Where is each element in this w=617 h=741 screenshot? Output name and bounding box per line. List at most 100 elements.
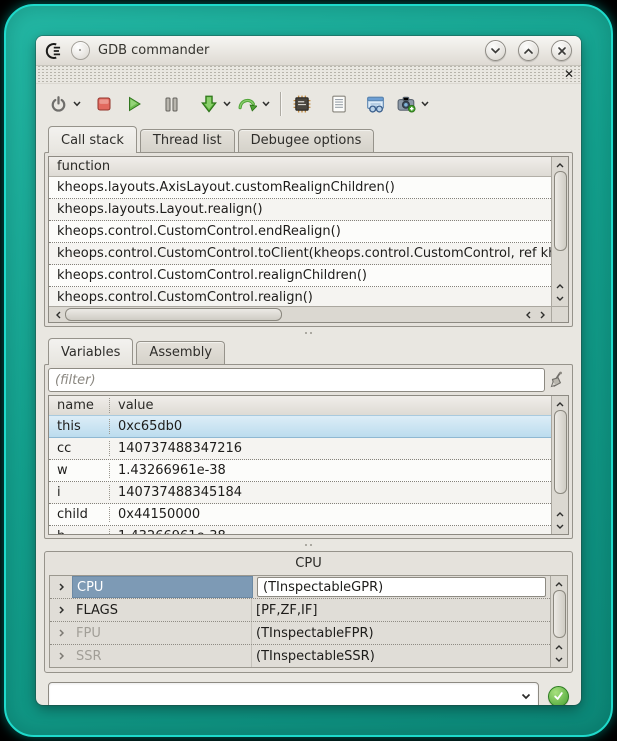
callstack-row[interactable]: kheops.control.CustomControl.realign()	[49, 287, 551, 306]
chip-icon	[293, 95, 311, 113]
variable-row[interactable]: w 1.43266961e-38	[49, 460, 551, 482]
scroll-left-icon[interactable]	[521, 308, 535, 321]
titlebar: GDB commander	[36, 36, 581, 66]
scroll-up-icon[interactable]	[554, 398, 567, 410]
cpu-row[interactable]: FLAGS [PF,ZF,IF]	[50, 599, 550, 622]
tab-call-stack[interactable]: Call stack	[48, 126, 137, 153]
callstack-vertical-scrollbar[interactable]	[551, 157, 568, 306]
variable-row[interactable]: cc 140737488347216	[49, 438, 551, 460]
command-input[interactable]	[49, 689, 514, 704]
chevron-down-icon	[223, 101, 231, 107]
stop-button[interactable]	[91, 91, 116, 117]
pause-icon	[165, 97, 178, 112]
cpu-row[interactable]: FPU (TInspectableFPR)	[50, 622, 550, 645]
view-log-button[interactable]	[326, 91, 351, 117]
callstack-horizontal-scrollbar[interactable]	[49, 306, 551, 322]
splitter-handle[interactable]	[36, 539, 581, 550]
snapshot-button[interactable]	[394, 91, 419, 117]
scroll-up-icon[interactable]	[553, 641, 566, 653]
dock-close-icon[interactable]: ✕	[564, 66, 574, 83]
callstack-table: function kheops.layouts.AxisLayout.custo…	[48, 156, 569, 323]
power-dropdown[interactable]	[71, 91, 83, 117]
tab-debugee-options[interactable]: Debugee options	[238, 129, 375, 152]
step-into-button[interactable]	[196, 91, 221, 117]
callstack-pane: function kheops.layouts.AxisLayout.custo…	[44, 152, 573, 327]
callstack-row[interactable]: kheops.control.CustomControl.realignChil…	[49, 265, 551, 287]
tab-thread-list[interactable]: Thread list	[140, 129, 235, 152]
scrollbar-thumb[interactable]	[554, 410, 567, 494]
tab-variables[interactable]: Variables	[48, 338, 133, 365]
chevron-down-icon	[421, 101, 429, 107]
execute-button[interactable]	[548, 686, 569, 706]
watches-button[interactable]	[363, 91, 388, 117]
scroll-up-icon[interactable]	[553, 578, 566, 590]
variables-section: Variables Assembly name	[44, 338, 573, 539]
scroll-down-icon[interactable]	[553, 653, 566, 665]
scroll-up-icon[interactable]	[554, 159, 567, 171]
variable-row[interactable]: h 1.43266961e-38	[49, 526, 551, 534]
column-header-name[interactable]: name	[49, 398, 110, 413]
scroll-down-icon[interactable]	[554, 292, 567, 304]
callstack-row[interactable]: kheops.control.CustomControl.endRealign(…	[49, 221, 551, 243]
play-icon	[127, 96, 142, 112]
variable-row[interactable]: this 0xc65db0	[49, 415, 551, 438]
scroll-right-icon[interactable]	[535, 308, 549, 321]
scroll-up-icon[interactable]	[554, 508, 567, 520]
window-menu-button[interactable]	[71, 41, 90, 60]
combo-dropdown-button[interactable]	[514, 683, 538, 705]
variable-row[interactable]: i 140737488345184	[49, 482, 551, 504]
expand-arrow-icon[interactable]	[50, 576, 72, 598]
broom-icon	[548, 371, 566, 389]
scrollbar-thumb[interactable]	[65, 308, 282, 321]
dock-titlebar[interactable]: ✕	[36, 66, 581, 84]
variables-vertical-scrollbar[interactable]	[551, 396, 568, 534]
step-over-button[interactable]	[235, 91, 260, 117]
scrollbar-thumb[interactable]	[554, 171, 567, 251]
maximize-button[interactable]	[518, 40, 539, 61]
green-curved-arrow-icon	[238, 96, 257, 113]
variables-table: name value this 0xc65db0 cc 140737488347…	[48, 395, 569, 535]
power-icon	[50, 96, 67, 113]
cpu-group-title: CPU	[49, 554, 568, 575]
callstack-row[interactable]: kheops.control.CustomControl.toClient(kh…	[49, 243, 551, 265]
expand-arrow-icon[interactable]	[50, 622, 72, 644]
close-icon	[558, 47, 566, 55]
column-header-value[interactable]: value	[110, 398, 154, 413]
cpu-vertical-scrollbar[interactable]	[550, 576, 567, 667]
scroll-up-icon[interactable]	[554, 280, 567, 292]
command-bar	[36, 673, 581, 705]
scroll-down-icon[interactable]	[554, 520, 567, 532]
cpu-row[interactable]: CPU (TInspectableGPR)	[50, 576, 550, 599]
clear-filter-button[interactable]	[545, 369, 569, 391]
view-cpu-button[interactable]	[289, 91, 314, 117]
filter-input[interactable]	[48, 368, 545, 392]
chevron-down-icon	[262, 101, 270, 107]
minimize-button[interactable]	[485, 40, 506, 61]
chevron-down-icon	[73, 101, 81, 107]
scrollbar-thumb[interactable]	[553, 590, 566, 638]
expand-arrow-icon[interactable]	[50, 645, 72, 667]
splitter-handle[interactable]	[36, 327, 581, 338]
chevron-down-icon	[491, 48, 500, 54]
callstack-row[interactable]: kheops.layouts.Layout.realign()	[49, 199, 551, 221]
callstack-section: Call stack Thread list Debugee options f…	[44, 126, 573, 327]
scroll-left-icon[interactable]	[51, 308, 65, 321]
close-button[interactable]	[551, 40, 572, 61]
camera-plus-icon	[397, 95, 416, 113]
check-icon	[553, 691, 564, 701]
step-over-dropdown[interactable]	[260, 91, 272, 117]
callstack-column-header[interactable]: function	[49, 157, 551, 177]
run-button[interactable]	[122, 91, 147, 117]
variable-row[interactable]: child 0x44150000	[49, 504, 551, 526]
power-button[interactable]	[46, 91, 71, 117]
step-into-dropdown[interactable]	[221, 91, 233, 117]
cpu-row[interactable]: SSR (TInspectableSSR)	[50, 645, 550, 667]
cpu-value-editor[interactable]: (TInspectableGPR)	[257, 577, 546, 597]
pause-button[interactable]	[159, 91, 184, 117]
expand-arrow-icon[interactable]	[50, 599, 72, 621]
tab-assembly[interactable]: Assembly	[136, 341, 225, 364]
variables-tabbar: Variables Assembly	[44, 338, 573, 364]
snapshot-dropdown[interactable]	[419, 91, 431, 117]
callstack-row[interactable]: kheops.layouts.AxisLayout.customRealignC…	[49, 177, 551, 199]
command-combobox[interactable]	[48, 682, 539, 705]
